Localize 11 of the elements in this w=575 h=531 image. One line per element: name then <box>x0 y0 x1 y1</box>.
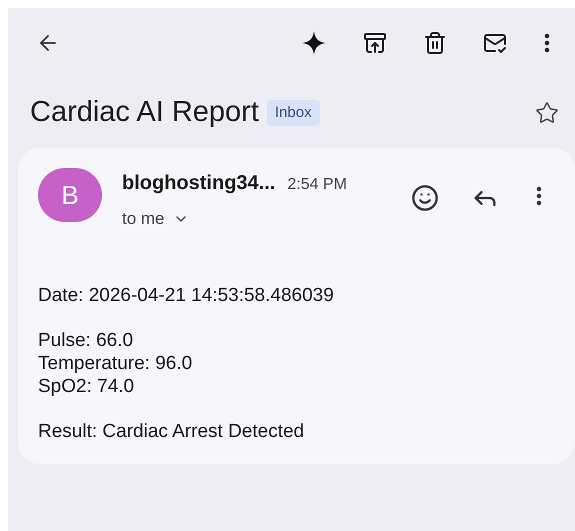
body-text: Pulse: 66.0 <box>38 328 134 352</box>
sender-name: bloghosting34... <box>122 171 276 196</box>
body-text: Temperature: 96.0 <box>38 352 194 374</box>
inbox-label: Inbox <box>266 100 320 126</box>
message-time: 2:54 PM <box>287 175 347 195</box>
body-text: SpO2: 74.0 <box>38 374 136 398</box>
body-text: Date: 2026-04-21 14:53:58.486039 <box>38 284 335 306</box>
email-subject: Cardiac AI Report <box>30 95 259 130</box>
body-text: Result: Cardiac Arrest Detected <box>38 420 306 442</box>
recipient-dropdown[interactable]: to me <box>122 206 347 232</box>
sender-avatar: B <box>38 168 102 222</box>
